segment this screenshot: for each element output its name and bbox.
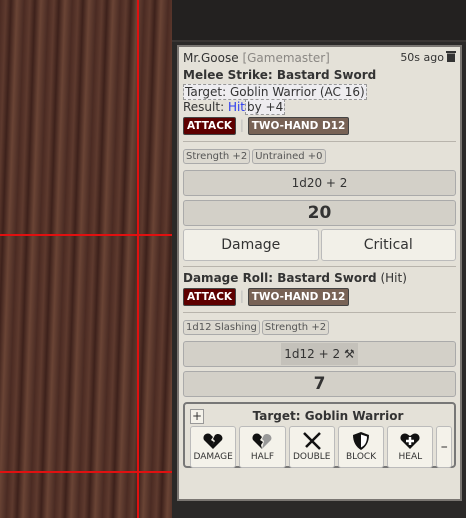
damage-outcome: (Hit) [380, 271, 407, 285]
attack-title: Melee Strike: Bastard Sword [183, 68, 377, 82]
apply-label: BLOCK [345, 452, 377, 462]
axe-icon: ⚒ [343, 347, 355, 361]
damage-title: Damage Roll: Bastard Sword [183, 271, 377, 285]
grid-line [137, 0, 139, 518]
damage-formula[interactable]: 1d12 + 2 ⚒ [183, 341, 456, 367]
heart-plus-icon [400, 433, 420, 449]
modifier-pill: Strength +2 [261, 320, 330, 335]
tag-two-hand[interactable]: TWO-HAND D12 [247, 288, 350, 306]
modifier-pill: Strength +2 [183, 149, 251, 164]
result-value: Hit [227, 100, 246, 114]
grid-line [0, 234, 172, 236]
critical-button[interactable]: Critical [320, 229, 456, 261]
trash-icon[interactable] [446, 50, 456, 65]
apply-damage-panel: + Target: Goblin Warrior DAMAGE HALF DOU… [183, 402, 456, 468]
modifier-pill: 1d12 Slashing [183, 320, 260, 335]
tag-attack[interactable]: ATTACK [183, 288, 237, 306]
chat-message: Mr.Goose [Gamemaster] 50s ago Melee Stri… [177, 45, 462, 501]
expand-plus-button[interactable]: + [190, 408, 204, 424]
apply-block-button[interactable]: BLOCK [337, 426, 385, 468]
apply-half-button[interactable]: HALF [239, 426, 286, 468]
grid-line [0, 471, 172, 473]
collapse-minus-button[interactable]: – [436, 426, 452, 468]
double-slash-icon [302, 432, 321, 450]
apply-heal-button[interactable]: HEAL [387, 426, 434, 468]
damage-total[interactable]: 7 [183, 371, 456, 397]
apply-label: DAMAGE [193, 452, 233, 462]
apply-label: HEAL [398, 452, 423, 462]
apply-double-button[interactable]: DOUBLE [288, 426, 335, 468]
sidebar-top [172, 0, 466, 42]
apply-target: Target: Goblin Warrior [252, 409, 404, 423]
damage-button[interactable]: Damage [183, 229, 319, 261]
modifier-pill: Untrained +0 [252, 149, 326, 164]
apply-label: DOUBLE [293, 452, 331, 462]
apply-damage-button[interactable]: DAMAGE [190, 426, 237, 468]
result-label: Result: [183, 100, 225, 114]
half-heart-icon [252, 433, 272, 449]
attack-total[interactable]: 20 [183, 200, 456, 226]
tag-attack[interactable]: ATTACK [183, 117, 237, 135]
speaker-role: [Gamemaster] [242, 50, 330, 65]
formula-text-wrap: 1d12 + 2 ⚒ [281, 343, 358, 365]
result-margin: by +4 [245, 99, 286, 115]
damage-formula-text: 1d12 + 2 [284, 347, 341, 361]
shield-icon [353, 432, 370, 450]
message-timestamp: 50s ago [400, 51, 444, 64]
game-canvas[interactable] [0, 0, 172, 518]
tag-two-hand[interactable]: TWO-HAND D12 [247, 117, 350, 135]
message-header: Mr.Goose [Gamemaster] 50s ago [183, 50, 456, 65]
attack-formula[interactable]: 1d20 + 2 [183, 170, 456, 196]
apply-label: HALF [250, 452, 274, 462]
target-info: Target: Goblin Warrior (AC 16) [183, 84, 367, 100]
broken-heart-icon [203, 433, 223, 449]
speaker-name: Mr.Goose [183, 50, 239, 65]
